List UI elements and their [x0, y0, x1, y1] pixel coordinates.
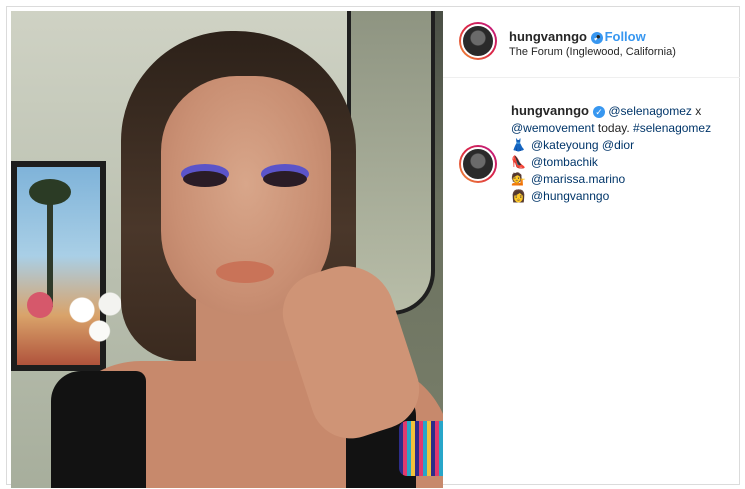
- caption-tag-row: 👩 @hungvanngo: [511, 188, 736, 205]
- person-emoji-icon: 💁: [511, 172, 526, 186]
- left-eye: [183, 171, 227, 187]
- mention-dior[interactable]: @dior: [602, 138, 634, 152]
- person-emoji-icon: 👩: [511, 189, 526, 203]
- location-link[interactable]: The Forum (Inglewood, California): [509, 46, 676, 58]
- caption-tag-row: 👗 @kateyoung @dior: [511, 137, 736, 154]
- username-text[interactable]: hungvanngo: [509, 29, 587, 44]
- caption-text-today: today.: [597, 121, 630, 135]
- author-username[interactable]: hungvanngo ✓: [509, 29, 603, 44]
- caption-tag-row: 💁 @marissa.marino: [511, 171, 736, 188]
- hashtag-selenagomez[interactable]: #selenagomez: [633, 121, 711, 135]
- mention-marissa-marino[interactable]: @marissa.marino: [531, 172, 625, 186]
- follow-button[interactable]: Follow: [605, 29, 646, 44]
- lips: [216, 261, 274, 283]
- mention-wemovement[interactable]: @wemovement: [511, 121, 595, 135]
- black-top-left: [51, 371, 146, 488]
- verified-badge-icon: ✓: [593, 105, 605, 118]
- post-photo[interactable]: [11, 11, 443, 488]
- header-divider: [443, 77, 740, 78]
- post-caption: hungvanngo ✓ @selenagomez x @wemovement t…: [511, 102, 736, 205]
- dress-emoji-icon: 👗: [511, 138, 526, 152]
- caption-username[interactable]: hungvanngo: [511, 103, 589, 118]
- caption-tag-row: 👠 @tombachik: [511, 154, 736, 171]
- caption-text-x: x: [695, 104, 702, 118]
- mention-tombachik[interactable]: @tombachik: [531, 155, 598, 169]
- mention-hungvanngo[interactable]: @hungvanngo: [531, 189, 609, 203]
- right-eye: [263, 171, 307, 187]
- mention-selenagomez[interactable]: @selenagomez: [608, 104, 692, 118]
- beaded-bracelet: [399, 421, 443, 476]
- high-heel-emoji-icon: 👠: [511, 155, 526, 169]
- caption-avatar[interactable]: [459, 145, 497, 183]
- author-avatar[interactable]: [459, 22, 497, 60]
- mention-kateyoung[interactable]: @kateyoung: [531, 138, 599, 152]
- separator-dot: •: [596, 29, 601, 44]
- follow-row: • Follow: [592, 29, 646, 44]
